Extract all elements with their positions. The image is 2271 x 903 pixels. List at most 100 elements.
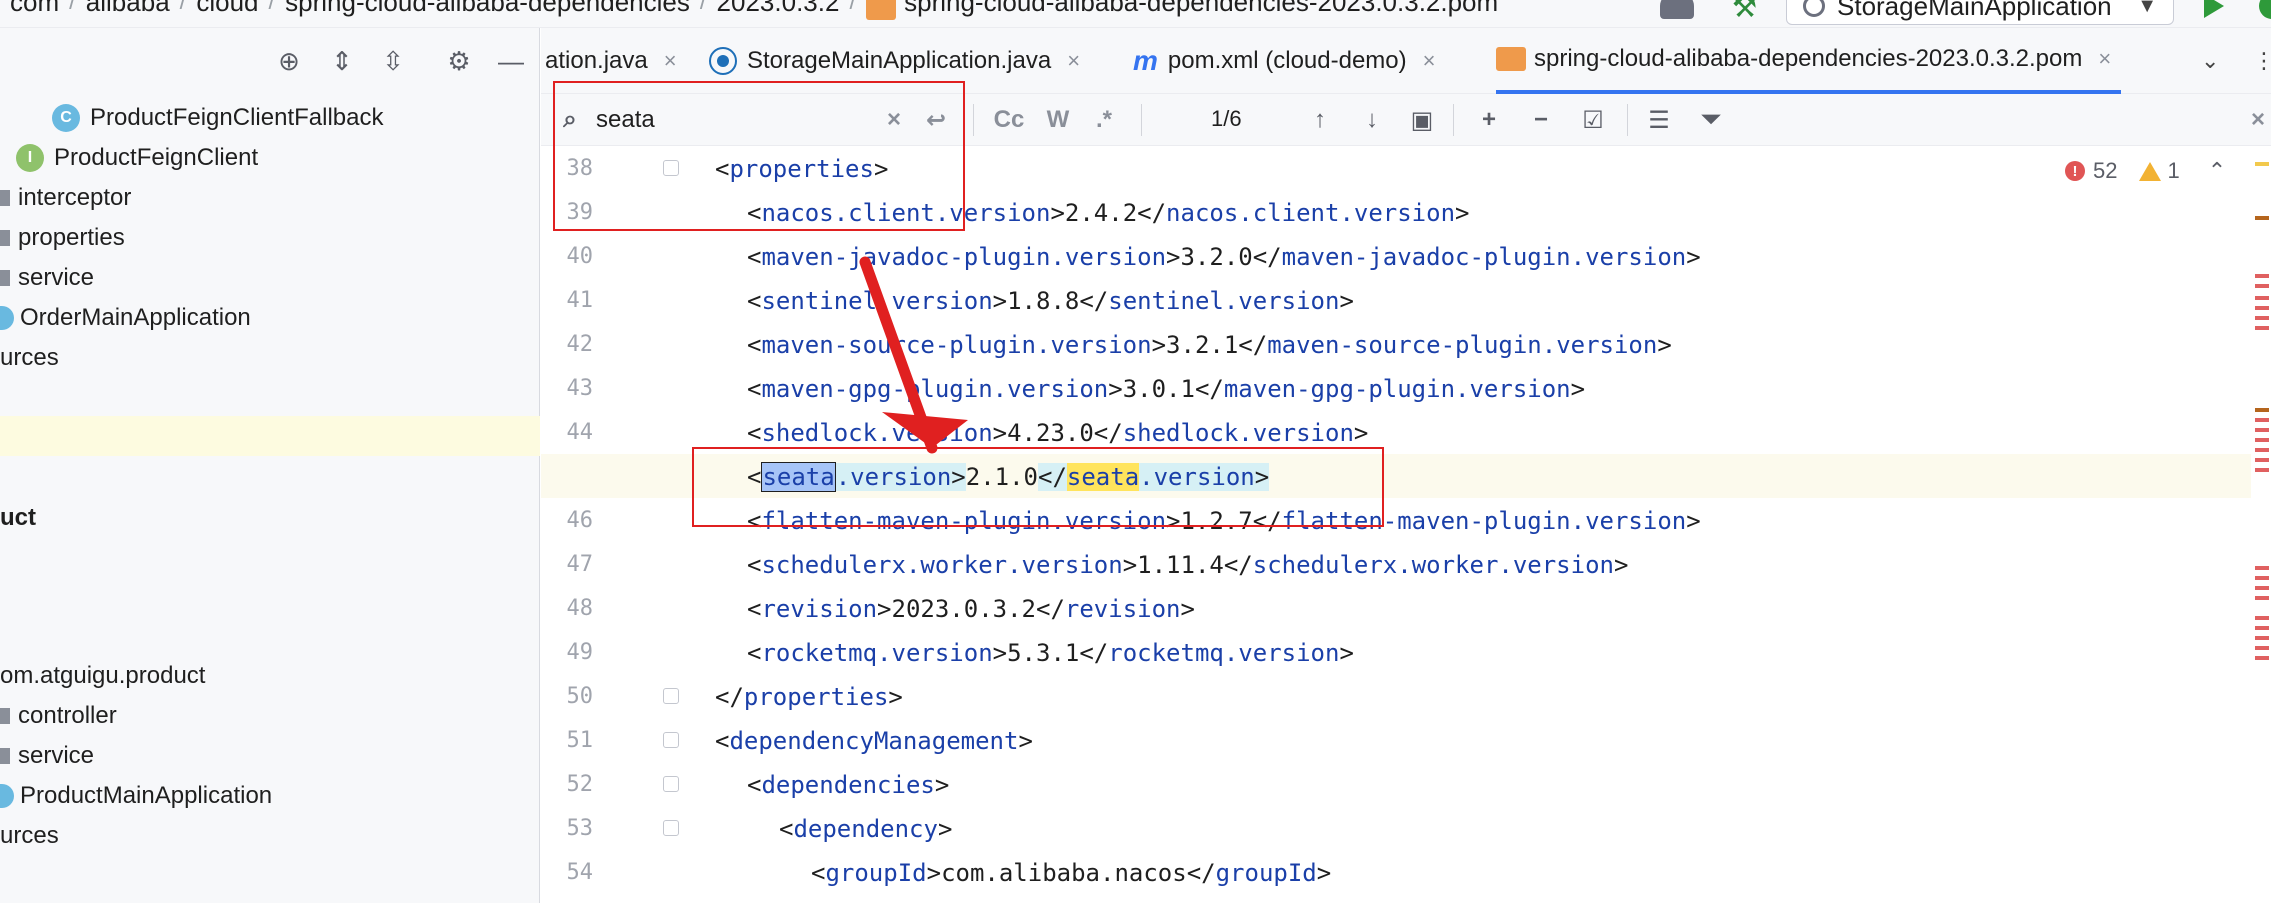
- stripe-marker[interactable]: [2255, 596, 2269, 600]
- stripe-marker[interactable]: [2255, 468, 2269, 472]
- close-icon[interactable]: ×: [664, 48, 677, 74]
- stripe-marker[interactable]: [2255, 626, 2269, 630]
- minimize-icon[interactable]: —: [496, 46, 526, 76]
- code-line[interactable]: <properties>: [541, 146, 2251, 190]
- code-line[interactable]: <maven-source-plugin.version>3.2.1</mave…: [541, 322, 2251, 366]
- stripe-marker[interactable]: [2255, 418, 2269, 422]
- chevron-up-icon[interactable]: ⌃: [2208, 158, 2226, 184]
- stripe-marker[interactable]: [2255, 646, 2269, 650]
- code-line[interactable]: <dependencyManagement>: [541, 718, 2251, 762]
- code-line[interactable]: <dependency>: [541, 806, 2251, 850]
- code-line[interactable]: <sentinel.version>1.8.8</sentinel.versio…: [541, 278, 2251, 322]
- stripe-marker[interactable]: [2255, 162, 2269, 166]
- previous-occurrence-icon[interactable]: ↑: [1305, 104, 1335, 136]
- code-line[interactable]: <rocketmq.version>5.3.1</rocketmq.versio…: [541, 630, 2251, 674]
- tree-item-class[interactable]: C ProductFeignClientFallback: [52, 98, 383, 138]
- open-in-window-icon[interactable]: ▣: [1407, 104, 1437, 136]
- stripe-marker[interactable]: [2255, 316, 2269, 320]
- gear-icon[interactable]: ⚙: [444, 46, 474, 76]
- stripe-marker[interactable]: [2255, 458, 2269, 462]
- breadcrumb-item[interactable]: cloud: [186, 0, 268, 18]
- tree-item-package[interactable]: controller: [0, 696, 117, 736]
- error-stripe[interactable]: [2251, 146, 2271, 903]
- select-all-occurrences-icon[interactable]: ☑: [1575, 104, 1611, 136]
- code-editor[interactable]: 3839404142434445464748495051525354 <prop…: [541, 146, 2251, 903]
- tab-dependencies-pom[interactable]: spring-cloud-alibaba-dependencies-2023.0…: [1496, 28, 2122, 94]
- stripe-marker[interactable]: [2255, 438, 2269, 442]
- code-line[interactable]: <groupId>com.alibaba.nacos</groupId>: [541, 850, 2251, 894]
- code-line[interactable]: <nacos.client.version>2.4.2</nacos.clien…: [541, 190, 2251, 234]
- code-line[interactable]: <dependencies>: [541, 762, 2251, 806]
- tab-storage-main-application[interactable]: StorageMainApplication.java ×: [709, 28, 1080, 94]
- stripe-marker[interactable]: [2255, 576, 2269, 580]
- stripe-marker[interactable]: [2255, 616, 2269, 620]
- stripe-marker[interactable]: [2255, 408, 2269, 412]
- breadcrumb-item[interactable]: com: [0, 0, 69, 18]
- problems-indicator[interactable]: ! 52 1 ⌃ ⌄: [2065, 158, 2267, 184]
- search-icon[interactable]: ⌕: [553, 104, 587, 136]
- close-icon[interactable]: ×: [1067, 48, 1080, 74]
- search-input[interactable]: [596, 102, 976, 138]
- stripe-marker[interactable]: [2255, 326, 2269, 330]
- close-icon[interactable]: ×: [2098, 46, 2111, 72]
- next-occurrence-icon[interactable]: ↓: [1357, 104, 1387, 136]
- tree-item-interface[interactable]: I ProductFeignClient: [16, 138, 258, 178]
- remove-occurrence-icon[interactable]: −: [1523, 104, 1559, 136]
- close-icon[interactable]: ×: [1423, 48, 1436, 74]
- tree-item-resources[interactable]: urces: [0, 816, 59, 856]
- stripe-marker[interactable]: [2255, 566, 2269, 570]
- breadcrumb-item[interactable]: alibaba: [76, 0, 180, 18]
- breadcrumb-item-file[interactable]: spring-cloud-alibaba-dependencies-2023.0…: [856, 0, 1508, 20]
- stripe-marker[interactable]: [2255, 636, 2269, 640]
- tree-item-module[interactable]: uct: [0, 498, 36, 538]
- regex-button[interactable]: .*: [1087, 104, 1121, 136]
- breadcrumb-item[interactable]: 2023.0.3.2: [707, 0, 850, 18]
- stripe-marker[interactable]: [2255, 656, 2269, 660]
- more-icon[interactable]: ⋮: [2253, 28, 2271, 94]
- code-line[interactable]: <revision>2023.0.3.2</revision>: [541, 586, 2251, 630]
- close-find-icon[interactable]: ×: [2247, 104, 2269, 136]
- code-line[interactable]: </properties>: [541, 674, 2251, 718]
- code-line[interactable]: <flatten-maven-plugin.version>1.2.7</fla…: [541, 498, 2251, 542]
- locate-icon[interactable]: ⊕: [274, 46, 304, 76]
- tree-item-package[interactable]: interceptor: [0, 178, 131, 218]
- clear-search-icon[interactable]: ×: [879, 104, 909, 136]
- code-line[interactable]: <shedlock.version>4.23.0</shedlock.versi…: [541, 410, 2251, 454]
- stripe-marker[interactable]: [2255, 284, 2269, 288]
- new-line-icon[interactable]: ↩: [921, 104, 951, 136]
- filter-icon[interactable]: ⏷: [1693, 104, 1729, 136]
- stripe-marker[interactable]: [2255, 296, 2269, 300]
- add-occurrence-icon[interactable]: +: [1471, 104, 1507, 136]
- user-icon[interactable]: [1660, 0, 1694, 19]
- tree-item-app[interactable]: OrderMainApplication: [0, 298, 251, 338]
- tab-java-file[interactable]: ation.java ×: [545, 28, 677, 94]
- collapse-all-icon[interactable]: ⇳: [378, 46, 408, 76]
- stripe-marker[interactable]: [2255, 586, 2269, 590]
- run-icon[interactable]: [2196, 0, 2232, 24]
- code-line[interactable]: <maven-javadoc-plugin.version>3.2.0</mav…: [541, 234, 2251, 278]
- filter-options-icon[interactable]: ☰: [1641, 104, 1677, 136]
- whole-words-button[interactable]: W: [1041, 104, 1075, 136]
- tree-item-package[interactable]: properties: [0, 218, 125, 258]
- tab-pom-xml[interactable]: m pom.xml (cloud-demo) ×: [1133, 28, 1436, 94]
- code-line[interactable]: <seata.version>2.1.0</seata.version>: [541, 454, 2251, 498]
- stripe-marker[interactable]: [2255, 216, 2269, 220]
- code-line[interactable]: <maven-gpg-plugin.version>3.0.1</maven-g…: [541, 366, 2251, 410]
- tree-item-app[interactable]: ProductMainApplication: [0, 776, 272, 816]
- tree-item-package[interactable]: service: [0, 258, 94, 298]
- tree-item-package-root[interactable]: om.atguigu.product: [0, 656, 205, 696]
- stripe-marker[interactable]: [2255, 306, 2269, 310]
- chevron-down-icon[interactable]: ⌄: [2201, 28, 2219, 94]
- code-line[interactable]: <schedulerx.worker.version>1.11.4</sched…: [541, 542, 2251, 586]
- expand-all-icon[interactable]: ⇕: [327, 46, 357, 76]
- tree-item-package[interactable]: service: [0, 736, 94, 776]
- run-config-selector[interactable]: StorageMainApplication ▼: [1786, 0, 2174, 25]
- stripe-marker[interactable]: [2255, 448, 2269, 452]
- stripe-marker[interactable]: [2255, 274, 2269, 278]
- debug-icon[interactable]: [2254, 0, 2271, 24]
- match-case-button[interactable]: Cc: [989, 104, 1029, 136]
- hammer-icon[interactable]: ⚒: [1732, 0, 1762, 23]
- tree-item-resources[interactable]: urces: [0, 338, 59, 378]
- stripe-marker[interactable]: [2255, 428, 2269, 432]
- breadcrumb-item[interactable]: spring-cloud-alibaba-dependencies: [275, 0, 700, 18]
